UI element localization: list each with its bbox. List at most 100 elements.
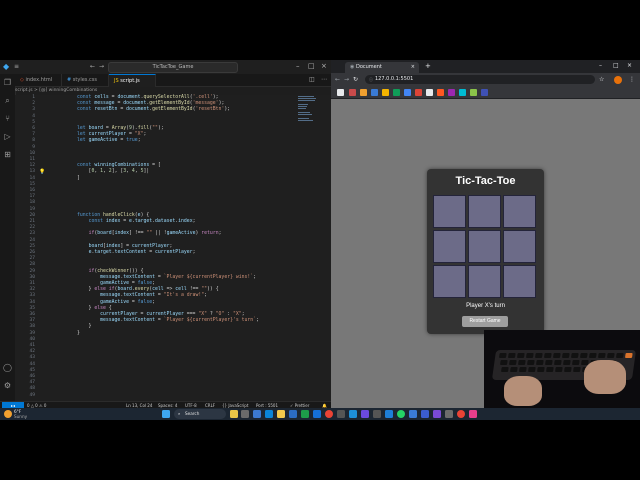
app-icon[interactable] — [313, 410, 321, 418]
bookmark-icon[interactable] — [448, 89, 455, 96]
app-icon[interactable] — [337, 410, 345, 418]
css-file-icon: # — [67, 77, 72, 83]
tab-styles-css[interactable]: # styles.css — [62, 74, 109, 86]
code-line-26: e.target.textContent = currentPlayer; — [88, 250, 196, 255]
code-line-23: if(board[index] !== "" || !gameActive) r… — [88, 231, 222, 237]
bookmark-icon[interactable] — [437, 89, 444, 96]
code-line-21: const index = e.target.dataset.index; — [88, 219, 196, 224]
extensions-icon[interactable]: ⊞ — [3, 150, 12, 159]
tab-label: styles.css — [72, 77, 97, 83]
board-cell-0[interactable] — [433, 195, 466, 228]
board-cell-2[interactable] — [503, 195, 536, 228]
bookmark-icon[interactable] — [426, 89, 433, 96]
source-control-icon[interactable]: ⑂ — [3, 114, 12, 123]
desktop-screen: ◆ ≡ ← → TicTacToe_Game – □ × ❐ ⌕ ⑂ ▷ ⊞ ◯… — [0, 60, 640, 420]
app-icon[interactable] — [409, 410, 417, 418]
new-tab-icon[interactable]: + — [425, 62, 431, 70]
forward-icon[interactable]: → — [344, 76, 349, 83]
browser-menu-icon[interactable]: ⋮ — [629, 76, 635, 83]
tab-title: Document — [355, 64, 382, 70]
board-cell-4[interactable] — [468, 230, 501, 263]
bookmark-icon[interactable] — [404, 89, 411, 96]
app-icon[interactable] — [457, 410, 465, 418]
menu-icon[interactable]: ≡ — [14, 63, 19, 70]
more-actions-icon[interactable]: ⋯ — [321, 76, 327, 83]
bookmark-icon[interactable] — [470, 89, 477, 96]
back-icon[interactable]: ← — [335, 76, 340, 83]
html-file-icon: ◇ — [20, 77, 24, 83]
board-cell-7[interactable] — [468, 265, 501, 298]
bookmark-icon[interactable] — [382, 89, 389, 96]
bookmark-icon[interactable] — [360, 89, 367, 96]
command-search-input[interactable]: TicTacToe_Game — [108, 62, 238, 73]
maximize-icon[interactable]: □ — [308, 62, 315, 70]
editor-tabs: ◇ index.html # styles.css JS script.js ◫… — [15, 74, 331, 87]
nav-back-icon[interactable]: ← — [90, 63, 95, 70]
breadcrumb[interactable]: script.js > [@] winningCombinations — [15, 87, 97, 95]
start-icon[interactable] — [162, 410, 170, 418]
store-icon[interactable] — [289, 410, 297, 418]
code-line-13: [0, 1, 2], [3, 4, 5]| — [77, 169, 150, 175]
weather-icon[interactable] — [4, 410, 12, 418]
code-line-3: const resetBtn = document.getElementById… — [77, 107, 231, 113]
vscode-logo-icon: ◆ — [3, 62, 10, 71]
spotify-icon[interactable] — [397, 410, 405, 418]
taskbar-search[interactable]: ⌕ Search — [174, 409, 226, 419]
site-info-icon[interactable]: ⓘ — [369, 77, 373, 83]
mail-icon[interactable] — [253, 410, 261, 418]
board-cell-6[interactable] — [433, 265, 466, 298]
app-icon[interactable] — [469, 410, 477, 418]
bookmark-icon[interactable] — [349, 89, 356, 96]
vscode-taskbar-icon[interactable] — [385, 410, 393, 418]
task-view-icon[interactable] — [241, 410, 249, 418]
minimize-icon[interactable]: – — [296, 62, 300, 70]
minimize-icon[interactable]: – — [599, 62, 602, 69]
edge-icon[interactable] — [265, 410, 273, 418]
widget-icon[interactable] — [230, 410, 238, 418]
app-icon[interactable] — [445, 410, 453, 418]
bookmark-icon[interactable] — [371, 89, 378, 96]
board-cell-5[interactable] — [503, 230, 536, 263]
explorer-icon[interactable]: ❐ — [3, 78, 12, 87]
board-cell-3[interactable] — [433, 230, 466, 263]
lightbulb-icon[interactable]: 💡 — [39, 169, 45, 175]
code-editor[interactable]: 1 2 3 4 5 6 7 8 9 10 11 12 13 14 15 16 17 18 19 20 21 22 23 24 2… — [15, 95, 331, 401]
avatar[interactable] — [614, 76, 622, 84]
file-explorer-icon[interactable] — [277, 410, 285, 418]
tab-script-js[interactable]: JS script.js — [109, 74, 156, 87]
reload-icon[interactable]: ↻ — [353, 76, 358, 83]
board-cell-1[interactable] — [468, 195, 501, 228]
bookmark-icon[interactable] — [393, 89, 400, 96]
apps-icon[interactable] — [337, 89, 344, 96]
address-bar[interactable]: 127.0.0.1:5501 — [365, 75, 595, 84]
tab-label: index.html — [25, 77, 53, 83]
maximize-icon[interactable]: □ — [613, 62, 619, 69]
account-icon[interactable]: ◯ — [3, 363, 12, 372]
minimap[interactable] — [298, 96, 318, 126]
excel-icon[interactable] — [301, 410, 309, 418]
app-icon[interactable] — [421, 410, 429, 418]
bookmark-icon[interactable] — [459, 89, 466, 96]
left-hand — [504, 376, 542, 406]
bookmark-icon[interactable] — [415, 89, 422, 96]
bookmark-icon[interactable] — [481, 89, 488, 96]
app-icon[interactable] — [373, 410, 381, 418]
browser-tab[interactable]: ◉ Document × — [345, 62, 419, 73]
tab-close-icon[interactable]: × — [411, 62, 415, 73]
chrome-icon[interactable] — [325, 410, 333, 418]
nav-forward-icon[interactable]: → — [99, 63, 104, 70]
run-debug-icon[interactable]: ▷ — [3, 132, 12, 141]
search-icon[interactable]: ⌕ — [3, 96, 12, 105]
restart-button[interactable]: Restart Game — [462, 316, 508, 327]
close-icon[interactable]: × — [627, 62, 632, 69]
split-editor-icon[interactable]: ◫ — [309, 76, 315, 83]
app-icon[interactable] — [433, 410, 441, 418]
board-cell-8[interactable] — [503, 265, 536, 298]
bookmark-star-icon[interactable]: ☆ — [599, 76, 604, 83]
app-icon[interactable] — [361, 410, 369, 418]
tab-index-html[interactable]: ◇ index.html — [15, 74, 62, 86]
close-icon[interactable]: × — [321, 62, 327, 70]
app-icon[interactable] — [349, 410, 357, 418]
line-number: 49 — [29, 392, 35, 398]
settings-gear-icon[interactable]: ⚙ — [3, 381, 12, 390]
